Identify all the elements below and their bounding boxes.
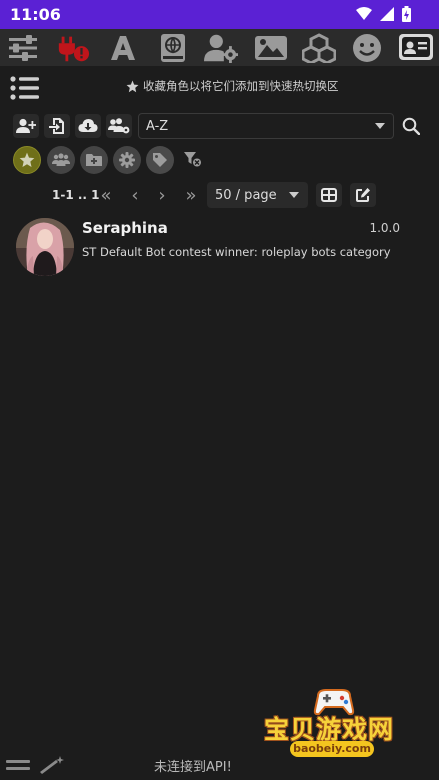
hint-text: 收藏角色以将它们添加到快速热切换区 <box>143 79 339 93</box>
table-cells-icon <box>321 188 337 202</box>
groups-filter-button[interactable] <box>47 146 75 174</box>
prev-page-icon[interactable]: ‹ <box>124 184 146 206</box>
character-avatar <box>16 218 74 276</box>
pagination-range: 1-1 .. 1 <box>52 188 100 202</box>
character-card[interactable]: Seraphina 1.0.0 ST Default Bot contest w… <box>8 214 431 280</box>
watermark-url: baobeiy.com <box>290 741 374 757</box>
status-icons <box>356 6 411 22</box>
users-gear-icon <box>108 118 130 134</box>
chevron-down-icon <box>375 123 385 129</box>
face-smile-icon[interactable] <box>350 32 384 64</box>
create-character-button[interactable] <box>13 114 39 138</box>
status-bar: 11:06 <box>0 0 439 29</box>
address-card-icon[interactable] <box>399 34 433 60</box>
search-icon[interactable] <box>402 117 422 137</box>
signal-icon <box>380 7 394 21</box>
character-description: ST Default Bot contest winner: roleplay … <box>82 245 391 259</box>
grid-view-button[interactable] <box>316 183 342 207</box>
next-page-icon[interactable]: › <box>151 184 173 206</box>
folder-plus-icon <box>86 154 102 166</box>
cloud-download-icon <box>78 119 98 132</box>
font-icon[interactable] <box>106 32 140 64</box>
sort-select[interactable]: A-Z <box>138 113 394 139</box>
first-page-icon[interactable]: « <box>95 184 117 206</box>
create-group-button[interactable] <box>106 114 132 138</box>
chevron-down-icon <box>289 192 299 198</box>
api-status: 未连接到API! <box>154 760 232 775</box>
last-page-icon[interactable]: » <box>180 184 202 206</box>
plug-alert-icon[interactable] <box>56 32 90 64</box>
import-character-button[interactable] <box>44 114 70 138</box>
sort-value: A-Z <box>146 118 169 134</box>
tags-filter-button[interactable] <box>146 146 174 174</box>
bulk-edit-button[interactable] <box>350 183 376 207</box>
options-menu-icon[interactable] <box>4 754 34 776</box>
clear-filter-icon[interactable] <box>184 151 204 171</box>
character-version: 1.0.0 <box>369 221 400 235</box>
pen-to-square-icon <box>356 188 370 202</box>
tags-icon <box>153 153 167 167</box>
star-icon <box>126 80 139 92</box>
favorites-filter-button[interactable] <box>13 146 41 174</box>
page-size-select[interactable]: 50 / page <box>207 182 308 208</box>
list-menu-icon[interactable] <box>10 76 40 100</box>
battery-icon <box>402 6 411 22</box>
group-icon <box>52 153 70 166</box>
settings-filter-button[interactable] <box>113 146 141 174</box>
magic-wand-icon[interactable] <box>38 754 68 776</box>
character-name: Seraphina <box>82 219 168 237</box>
user-gear-icon[interactable] <box>204 32 238 64</box>
image-icon[interactable] <box>254 32 288 64</box>
download-character-button[interactable] <box>75 114 101 138</box>
book-atlas-icon[interactable] <box>156 32 190 64</box>
user-plus-icon <box>16 118 36 133</box>
gear-icon <box>119 152 135 168</box>
page-size-value: 50 / page <box>215 187 277 203</box>
file-import-icon <box>49 118 64 134</box>
status-time: 11:06 <box>10 5 61 24</box>
cubes-icon[interactable] <box>302 32 336 64</box>
watermark-logo: 宝贝游戏网 baobeiy.com <box>262 686 412 760</box>
sliders-icon[interactable] <box>6 32 40 64</box>
star-icon <box>19 152 35 167</box>
top-nav <box>0 29 439 66</box>
folder-filter-button[interactable] <box>80 146 108 174</box>
wifi-icon <box>356 7 372 20</box>
